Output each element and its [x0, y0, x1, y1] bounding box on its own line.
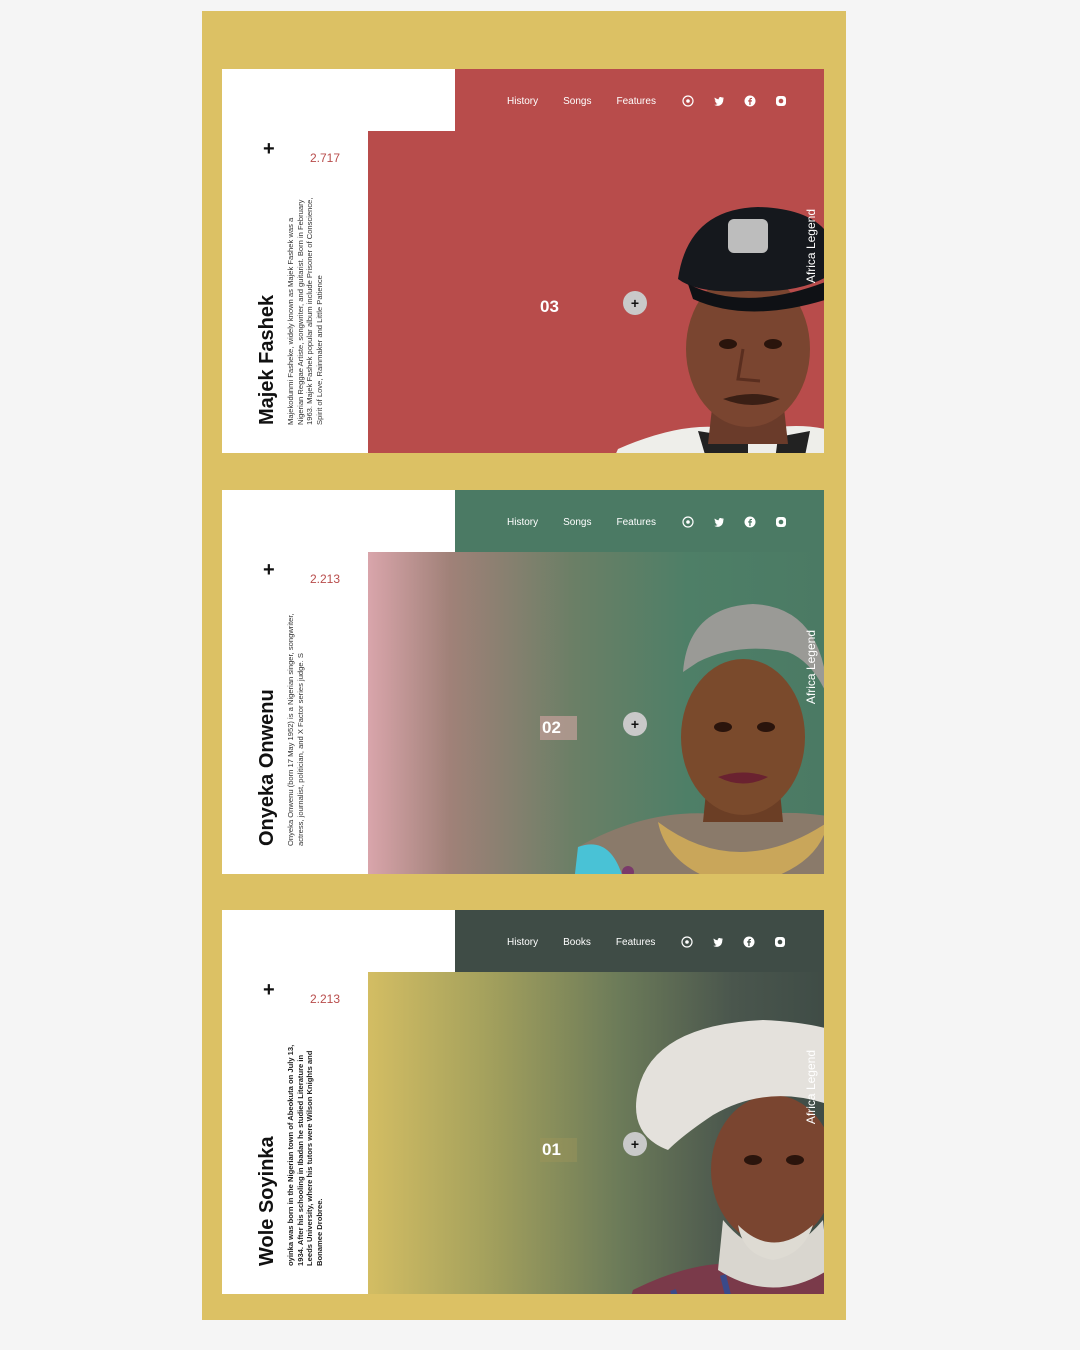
nav-songs[interactable]: Songs: [563, 517, 591, 528]
facebook-icon[interactable]: [743, 515, 757, 529]
legend-name: Onyeka Onwenu: [256, 689, 278, 846]
nav-history[interactable]: History: [507, 96, 538, 107]
instagram-icon[interactable]: [774, 515, 788, 529]
plus-icon[interactable]: +: [263, 560, 275, 580]
top-nav: History Songs Features: [507, 94, 805, 108]
whatsapp-icon[interactable]: [681, 515, 695, 529]
facebook-icon[interactable]: [743, 94, 757, 108]
africa-legend-label: Africa Legend: [804, 630, 818, 705]
portrait-wole-soyinka: [631, 1020, 824, 1294]
twitter-icon[interactable]: [712, 94, 726, 108]
like-count: 2.213: [310, 572, 341, 586]
top-nav: History Books Features: [507, 935, 804, 949]
legend-description: Majekodunmi Fasheke, widely known as Maj…: [286, 197, 324, 425]
photo-panel: 03 +: [368, 131, 824, 453]
nav-features[interactable]: Features: [616, 937, 655, 948]
whatsapp-icon[interactable]: [680, 935, 694, 949]
nav-books[interactable]: Books: [563, 937, 591, 948]
add-button[interactable]: +: [623, 1132, 647, 1156]
add-button[interactable]: +: [623, 712, 647, 736]
top-nav: History Songs Features: [507, 515, 805, 529]
photo-panel: 01 +: [368, 972, 824, 1294]
plus-icon[interactable]: +: [263, 139, 275, 159]
africa-legend-label: Africa Legend: [804, 209, 818, 284]
legend-description: oyinka was born in the Nigerian town of …: [286, 1044, 324, 1266]
legend-card-onyeka-onwenu: 02 + History Songs Features + 2.213 Onye…: [222, 490, 824, 874]
photo-panel: 02 +: [368, 552, 824, 874]
twitter-icon[interactable]: [712, 515, 726, 529]
nav-features[interactable]: Features: [616, 96, 655, 107]
card-index: 02: [540, 716, 577, 740]
facebook-icon[interactable]: [742, 935, 756, 949]
instagram-icon[interactable]: [773, 935, 787, 949]
portrait-majek-fashek: [616, 207, 824, 453]
legend-name: Wole Soyinka: [256, 1136, 278, 1266]
nav-history[interactable]: History: [507, 937, 538, 948]
plus-icon[interactable]: +: [263, 980, 275, 1000]
legend-name: Majek Fashek: [256, 294, 278, 425]
nav-history[interactable]: History: [507, 517, 538, 528]
portrait-onyeka-onwenu: [574, 604, 824, 874]
nav-songs[interactable]: Songs: [563, 96, 591, 107]
nav-features[interactable]: Features: [616, 517, 655, 528]
instagram-icon[interactable]: [774, 94, 788, 108]
legend-card-wole-soyinka: 01 + History Books Features + 2.213 Wole…: [222, 910, 824, 1294]
card-index: 01: [540, 1138, 577, 1162]
africa-legend-label: Africa Legend: [804, 1050, 818, 1125]
twitter-icon[interactable]: [711, 935, 725, 949]
legend-card-majek-fashek: 03 + History Songs Features + 2.717 Maje…: [222, 69, 824, 453]
legend-description: Onyeka Onwenu (born 17 May 1952) is a Ni…: [286, 613, 305, 846]
add-button[interactable]: +: [623, 291, 647, 315]
card-index: 03: [540, 297, 559, 316]
like-count: 2.213: [310, 992, 341, 1006]
like-count: 2.717: [310, 151, 341, 165]
whatsapp-icon[interactable]: [681, 94, 695, 108]
